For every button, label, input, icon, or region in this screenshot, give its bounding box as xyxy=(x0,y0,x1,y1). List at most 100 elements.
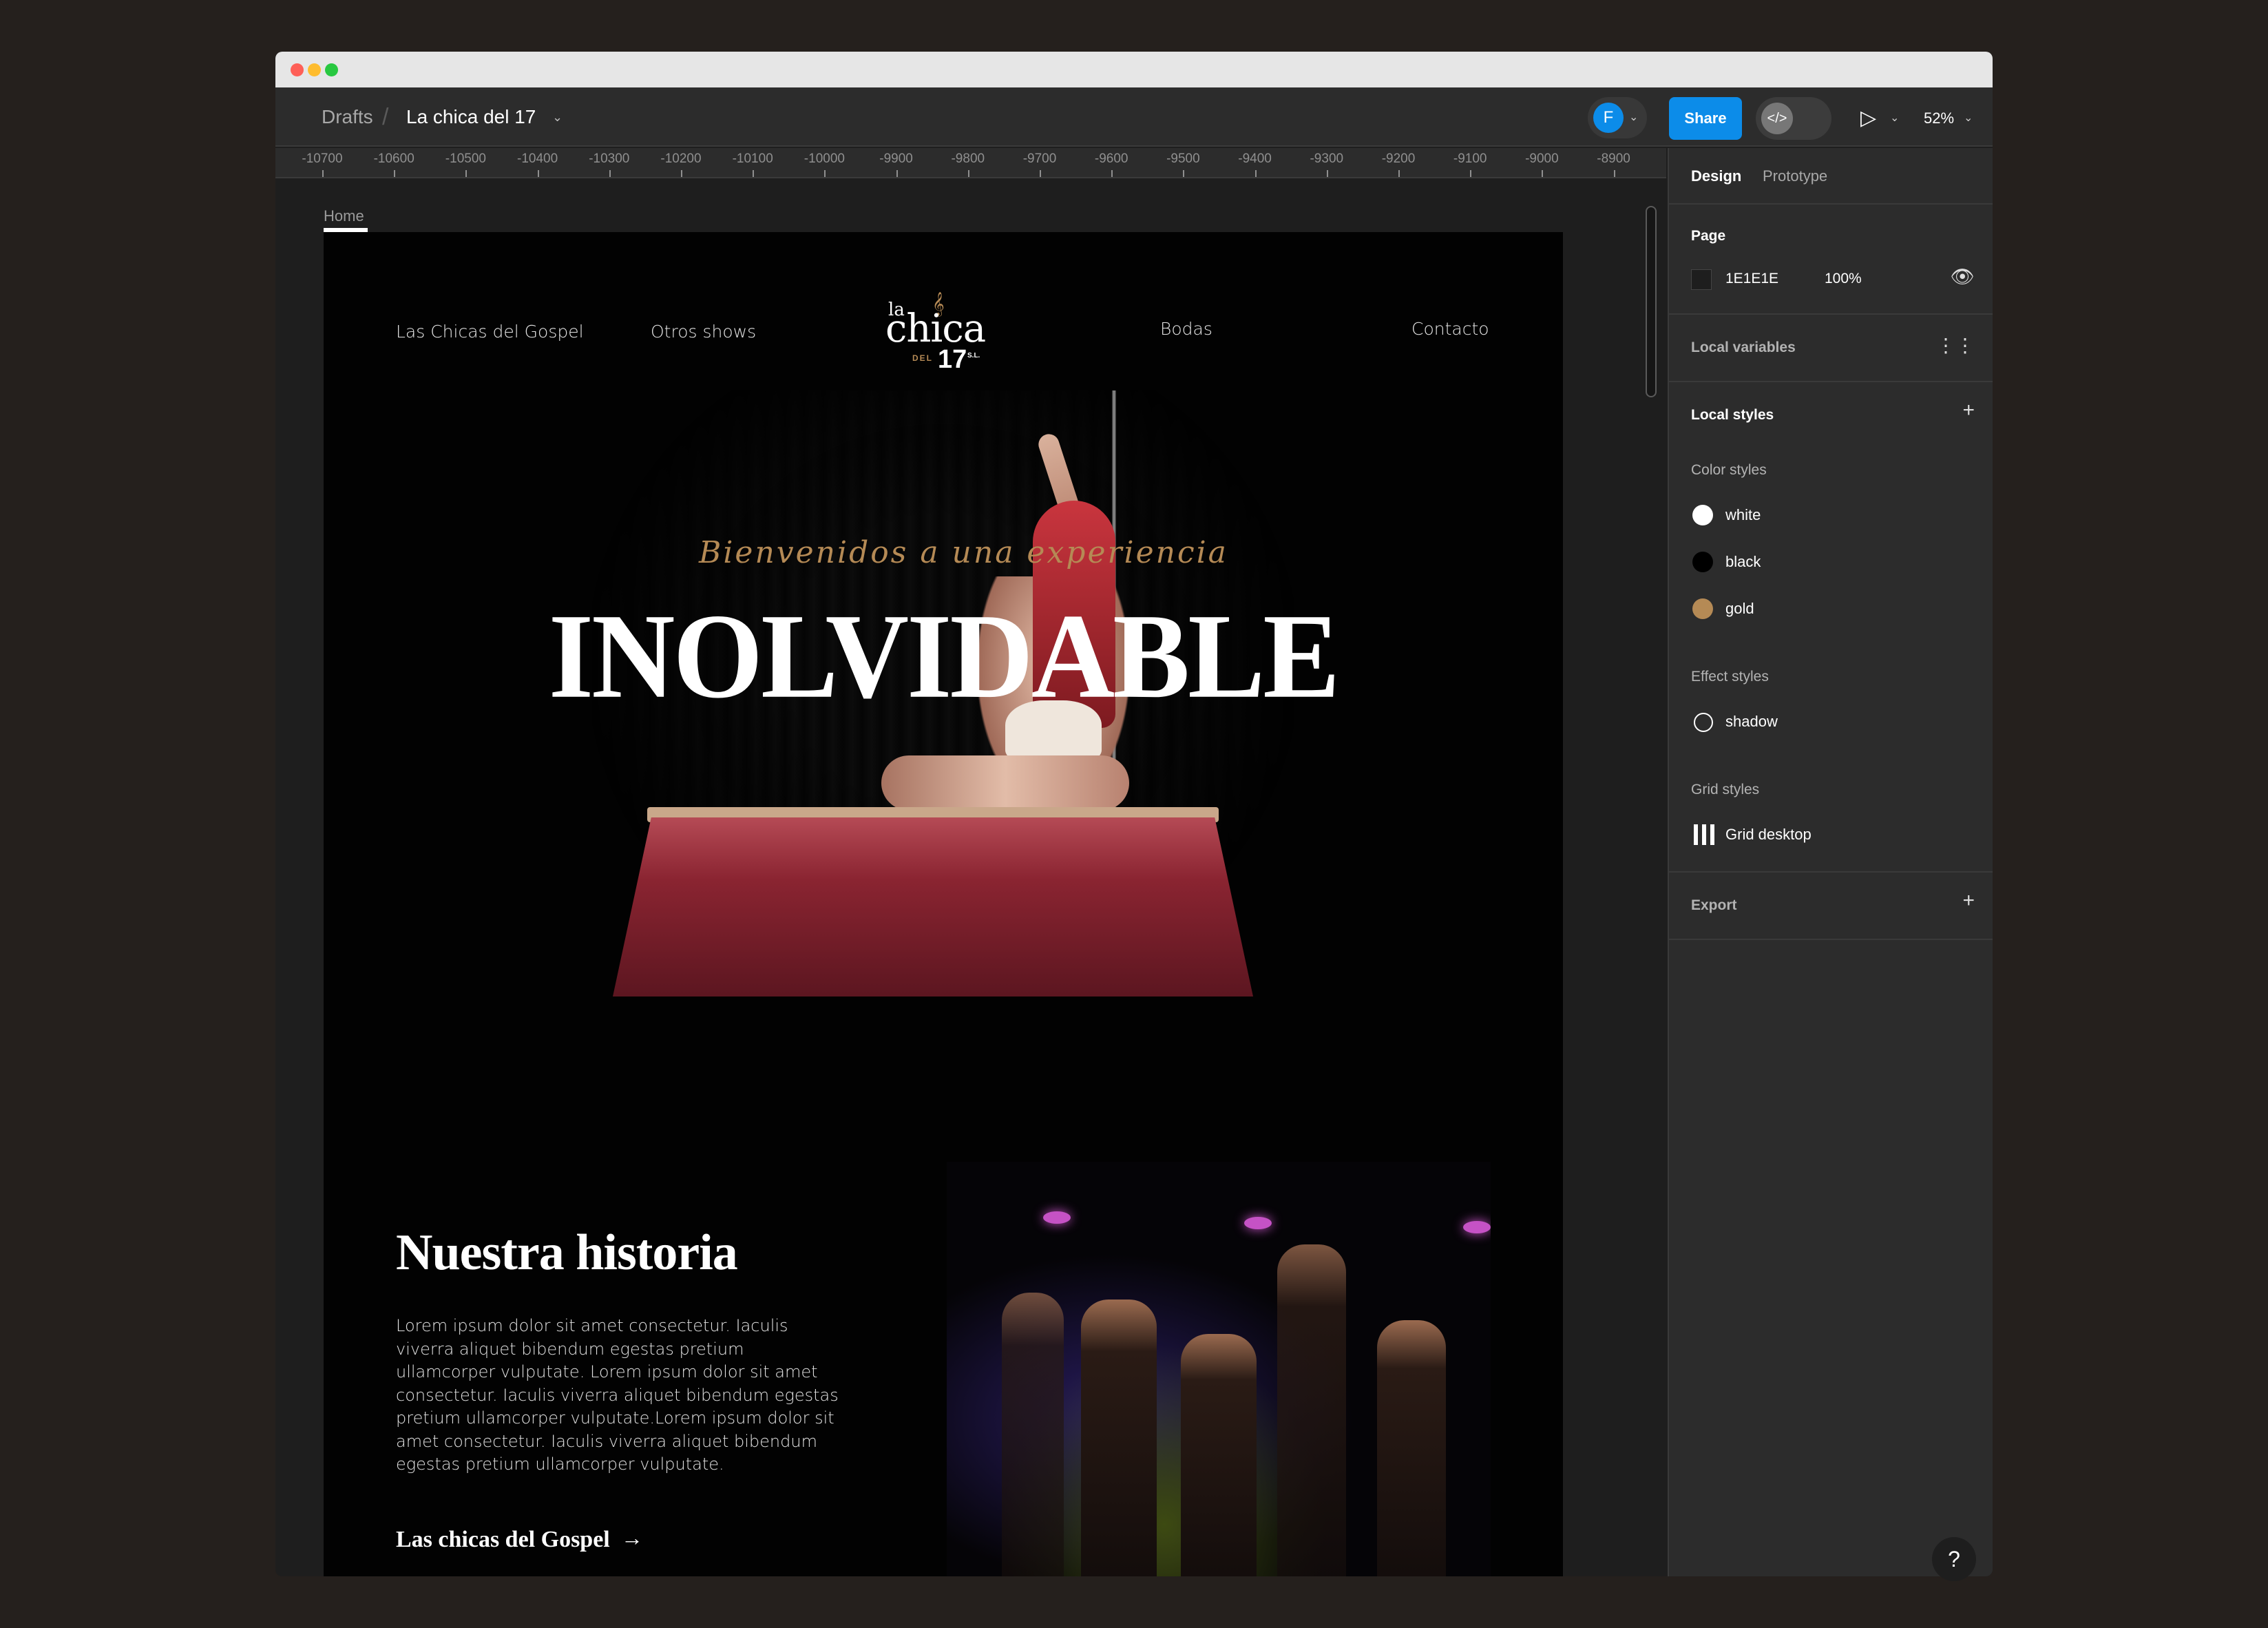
gospel-link[interactable]: Las chicas del Gospel xyxy=(396,1527,610,1553)
ruler-tick: -9600 xyxy=(1077,148,1146,177)
color-style-label: white xyxy=(1725,506,1761,523)
page-color-swatch[interactable] xyxy=(1691,269,1712,290)
story-body: Lorem ipsum dolor sit amet consectetur. … xyxy=(396,1316,839,1474)
ruler-tick-label: -9900 xyxy=(879,152,913,166)
site-logo[interactable]: la 𝄞 chica DEL 17 S.L. xyxy=(885,293,991,374)
effect-style-label: shadow xyxy=(1725,713,1778,730)
sliders-icon[interactable]: ⋮⋮ xyxy=(1936,334,1975,357)
singer-figure xyxy=(1081,1300,1157,1576)
nav-link-otros-shows[interactable]: Otros shows xyxy=(651,322,756,342)
effect-style-shadow[interactable]: shadow xyxy=(1691,710,1966,733)
multiplayer-avatar-menu[interactable]: F ⌄ xyxy=(1588,97,1647,138)
ruler-tick-mark xyxy=(1542,170,1544,177)
play-icon[interactable]: ▷ xyxy=(1860,97,1876,140)
arrow-right-icon[interactable]: → xyxy=(621,1525,643,1551)
ruler-tick-mark xyxy=(1040,170,1041,177)
local-variables-section[interactable]: Local variables ⋮⋮ xyxy=(1669,315,1993,382)
logo-number: 17 xyxy=(938,345,967,374)
page-section-title: Page xyxy=(1691,228,1726,244)
breadcrumb-drafts[interactable]: Drafts xyxy=(322,87,373,147)
ruler-tick-mark xyxy=(1326,170,1328,177)
ruler-tick-mark xyxy=(1111,170,1113,177)
ruler-tick-label: -9500 xyxy=(1166,152,1200,166)
vertical-scrollbar[interactable] xyxy=(1646,206,1657,397)
plus-icon[interactable]: + xyxy=(1962,399,1975,422)
breadcrumb-separator: / xyxy=(382,104,389,130)
color-style-label: gold xyxy=(1725,600,1754,617)
chevron-down-icon[interactable]: ⌄ xyxy=(552,87,563,147)
ruler-tick-label: -9800 xyxy=(951,152,985,166)
ruler-tick-label: -10000 xyxy=(804,152,845,166)
ruler-tick-mark xyxy=(1254,170,1257,177)
ruler-tick: -10700 xyxy=(288,148,357,177)
minimize-window-button[interactable] xyxy=(308,63,321,76)
ruler-tick-mark xyxy=(1613,170,1615,177)
tab-design[interactable]: Design xyxy=(1691,148,1741,205)
ruler-tick: -9000 xyxy=(1507,148,1576,177)
page-color-hex[interactable]: 1E1E1E xyxy=(1725,271,1778,287)
share-button[interactable]: Share xyxy=(1669,97,1742,140)
ruler-tick-label: -10700 xyxy=(302,152,343,166)
chevron-down-icon[interactable]: ⌄ xyxy=(1890,97,1899,140)
stage-light xyxy=(1244,1217,1272,1229)
ruler-tick: -9800 xyxy=(934,148,1002,177)
ruler-tick-mark xyxy=(394,170,396,177)
singer-figure xyxy=(1377,1320,1446,1576)
color-style-gold[interactable]: gold xyxy=(1691,597,1966,620)
chevron-down-icon[interactable]: ⌄ xyxy=(1964,97,1973,140)
ruler-tick: -9700 xyxy=(1005,148,1074,177)
color-swatch-white xyxy=(1692,505,1713,525)
nav-link-contacto[interactable]: Contacto xyxy=(1411,319,1489,339)
close-window-button[interactable] xyxy=(291,63,304,76)
color-style-black[interactable]: black xyxy=(1691,550,1966,574)
ruler-tick-mark xyxy=(609,170,611,177)
ruler-tick-mark xyxy=(753,170,755,177)
home-frame[interactable]: Las Chicas del Gospel Otros shows Bodas … xyxy=(324,232,1563,1576)
ruler-tick: -9500 xyxy=(1148,148,1217,177)
help-button[interactable]: ? xyxy=(1932,1537,1976,1581)
ruler-tick-mark xyxy=(681,170,682,177)
logo-del: DEL xyxy=(912,353,933,363)
maximize-window-button[interactable] xyxy=(325,63,338,76)
ruler-tick-label: -8900 xyxy=(1597,152,1630,166)
nav-link-bodas[interactable]: Bodas xyxy=(1160,319,1212,339)
logo-chica: chica xyxy=(885,306,986,351)
page-color-opacity[interactable]: 100% xyxy=(1825,271,1862,287)
avatar[interactable]: F xyxy=(1593,103,1624,133)
color-swatch-black xyxy=(1692,552,1713,572)
tab-prototype[interactable]: Prototype xyxy=(1763,148,1827,205)
page-section: Page 1E1E1E 100% 👁 xyxy=(1669,205,1993,315)
frame-label[interactable]: Home xyxy=(324,207,364,225)
app-window: Drafts / La chica del 17 ⌄ F ⌄ Share </>… xyxy=(275,52,1993,1576)
export-section[interactable]: Export + xyxy=(1669,873,1993,940)
ruler-tick-mark xyxy=(1470,170,1472,177)
logo-suffix: S.L. xyxy=(967,352,980,359)
eye-icon[interactable]: 👁 xyxy=(1950,265,1975,288)
ruler-tick-mark xyxy=(1183,170,1185,177)
hero-script-text: Bienvenidos a una experiencia xyxy=(699,535,1228,570)
plus-icon[interactable]: + xyxy=(1962,889,1975,912)
ruler-tick-mark xyxy=(967,170,969,177)
ruler-tick: -9100 xyxy=(1436,148,1504,177)
grid-style-desktop[interactable]: Grid desktop xyxy=(1691,823,1966,846)
ruler-tick-label: -9200 xyxy=(1381,152,1416,166)
ruler-tick: -9300 xyxy=(1292,148,1361,177)
ruler-tick-label: -9100 xyxy=(1453,152,1487,166)
stage-light xyxy=(1043,1211,1071,1224)
canvas[interactable]: Home Las Chicas del Gospel Otros shows B… xyxy=(275,180,1666,1576)
ruler-tick-mark xyxy=(1398,170,1400,177)
ruler-tick: -9400 xyxy=(1221,148,1290,177)
ruler-tick-label: -10500 xyxy=(445,152,486,166)
ruler-tick: -9200 xyxy=(1364,148,1433,177)
ruler-tick: -10000 xyxy=(790,148,859,177)
file-name[interactable]: La chica del 17 xyxy=(406,87,536,147)
color-swatch-gold xyxy=(1692,598,1713,619)
zoom-level[interactable]: 52% xyxy=(1924,97,1954,140)
ruler-tick-label: -9300 xyxy=(1310,152,1344,166)
export-title[interactable]: Export xyxy=(1691,897,1737,914)
nav-link-gospel[interactable]: Las Chicas del Gospel xyxy=(396,322,584,342)
ruler-tick-label: -9600 xyxy=(1094,152,1128,166)
color-style-white[interactable]: white xyxy=(1691,503,1966,527)
dev-mode-toggle[interactable]: </> xyxy=(1756,97,1831,140)
local-variables-title[interactable]: Local variables xyxy=(1691,340,1796,356)
